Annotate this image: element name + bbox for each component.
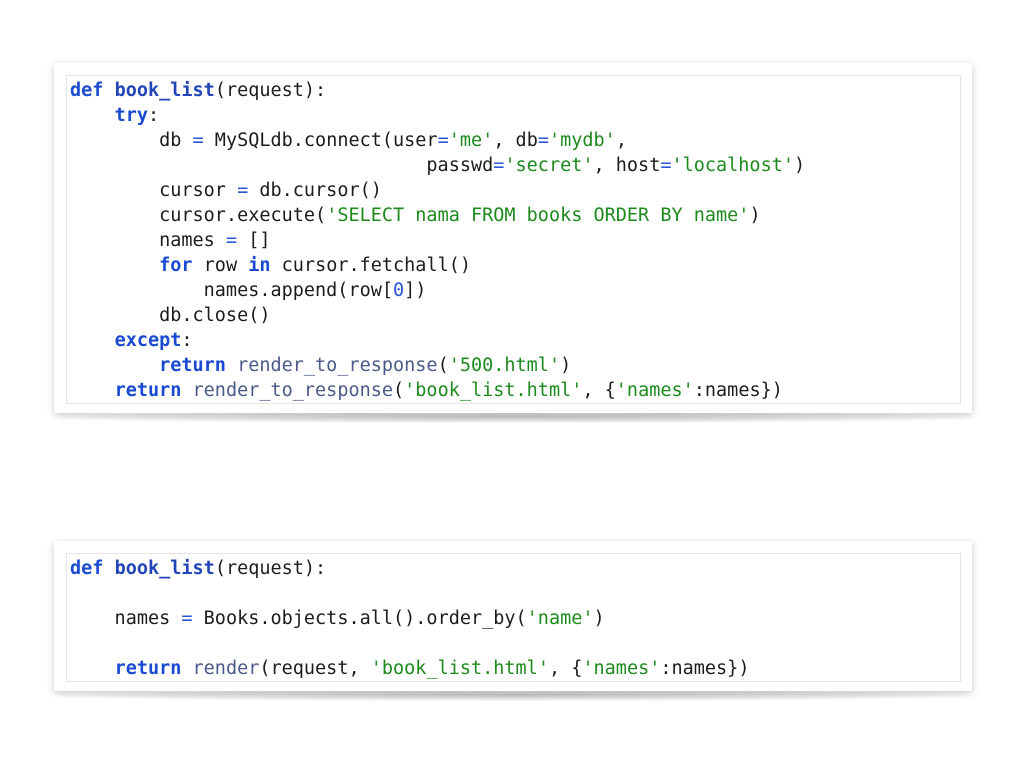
code-line: db.close() xyxy=(70,305,271,326)
code-line: ​ xyxy=(70,631,749,656)
code-block-django-orm: def book_list(request):​ names = Books.o… xyxy=(66,553,961,682)
code-line: names.append(row[0]) xyxy=(70,280,427,301)
code-line: passwd='secret', host='localhost') xyxy=(70,155,806,176)
code-line: cursor.execute('SELECT nama FROM books O… xyxy=(70,205,761,226)
code-line: ​ xyxy=(70,581,749,606)
code-card-raw-sql: def book_list(request): try: db = MySQLd… xyxy=(54,63,972,423)
code-line: return render_to_response('500.html') xyxy=(159,355,572,376)
code-listing-django-orm: def book_list(request):​ names = Books.o… xyxy=(70,556,749,681)
code-line: for row in cursor.fetchall() xyxy=(159,255,471,276)
code-line: except: xyxy=(114,330,193,351)
code-line: def book_list(request): xyxy=(70,558,327,579)
code-line: return render(request, 'book_list.html',… xyxy=(114,658,750,679)
code-line: def book_list(request): xyxy=(70,80,327,101)
code-line: names = [] xyxy=(70,230,271,251)
code-line: cursor = db.cursor() xyxy=(70,180,382,201)
code-listing-raw-sql: def book_list(request): try: db = MySQLd… xyxy=(70,78,805,403)
code-block-raw-sql: def book_list(request): try: db = MySQLd… xyxy=(66,75,961,404)
code-line: names = Books.objects.all().order_by('na… xyxy=(70,608,605,629)
code-card-django-orm: def book_list(request):​ names = Books.o… xyxy=(54,541,972,701)
code-line: db = MySQLdb.connect(user='me', db='mydb… xyxy=(70,130,627,151)
code-line: try: xyxy=(114,105,160,126)
code-line: return render_to_response('book_list.htm… xyxy=(114,380,783,401)
